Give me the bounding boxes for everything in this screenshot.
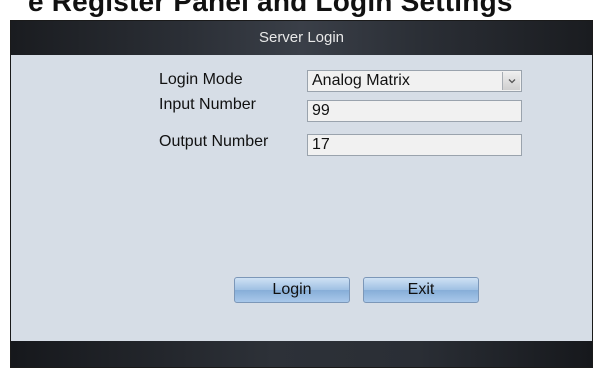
chevron-down-icon[interactable] bbox=[502, 72, 520, 90]
exit-button[interactable]: Exit bbox=[363, 277, 479, 303]
input-number-value: 99 bbox=[312, 102, 330, 119]
login-button[interactable]: Login bbox=[234, 277, 350, 303]
login-mode-label: Login Mode bbox=[159, 71, 243, 88]
server-login-dialog: Server Login Login Mode Analog Matrix In… bbox=[10, 20, 593, 368]
dialog-titlebar: Server Login bbox=[11, 21, 592, 55]
input-number-label: Input Number bbox=[159, 96, 256, 113]
login-mode-value: Analog Matrix bbox=[312, 72, 410, 89]
output-number-value: 17 bbox=[312, 136, 330, 153]
page-caption-strip: e Register Panel and Login Settings bbox=[0, 0, 603, 22]
page-caption: e Register Panel and Login Settings bbox=[28, 0, 513, 17]
output-number-label: Output Number bbox=[159, 133, 269, 150]
page: e Register Panel and Login Settings Serv… bbox=[0, 0, 603, 368]
output-number-field[interactable]: 17 bbox=[307, 134, 522, 156]
dialog-title: Server Login bbox=[258, 29, 345, 46]
input-number-field[interactable]: 99 bbox=[307, 100, 522, 122]
dialog-footer-bar bbox=[11, 341, 592, 367]
login-mode-select[interactable]: Analog Matrix bbox=[307, 70, 522, 92]
